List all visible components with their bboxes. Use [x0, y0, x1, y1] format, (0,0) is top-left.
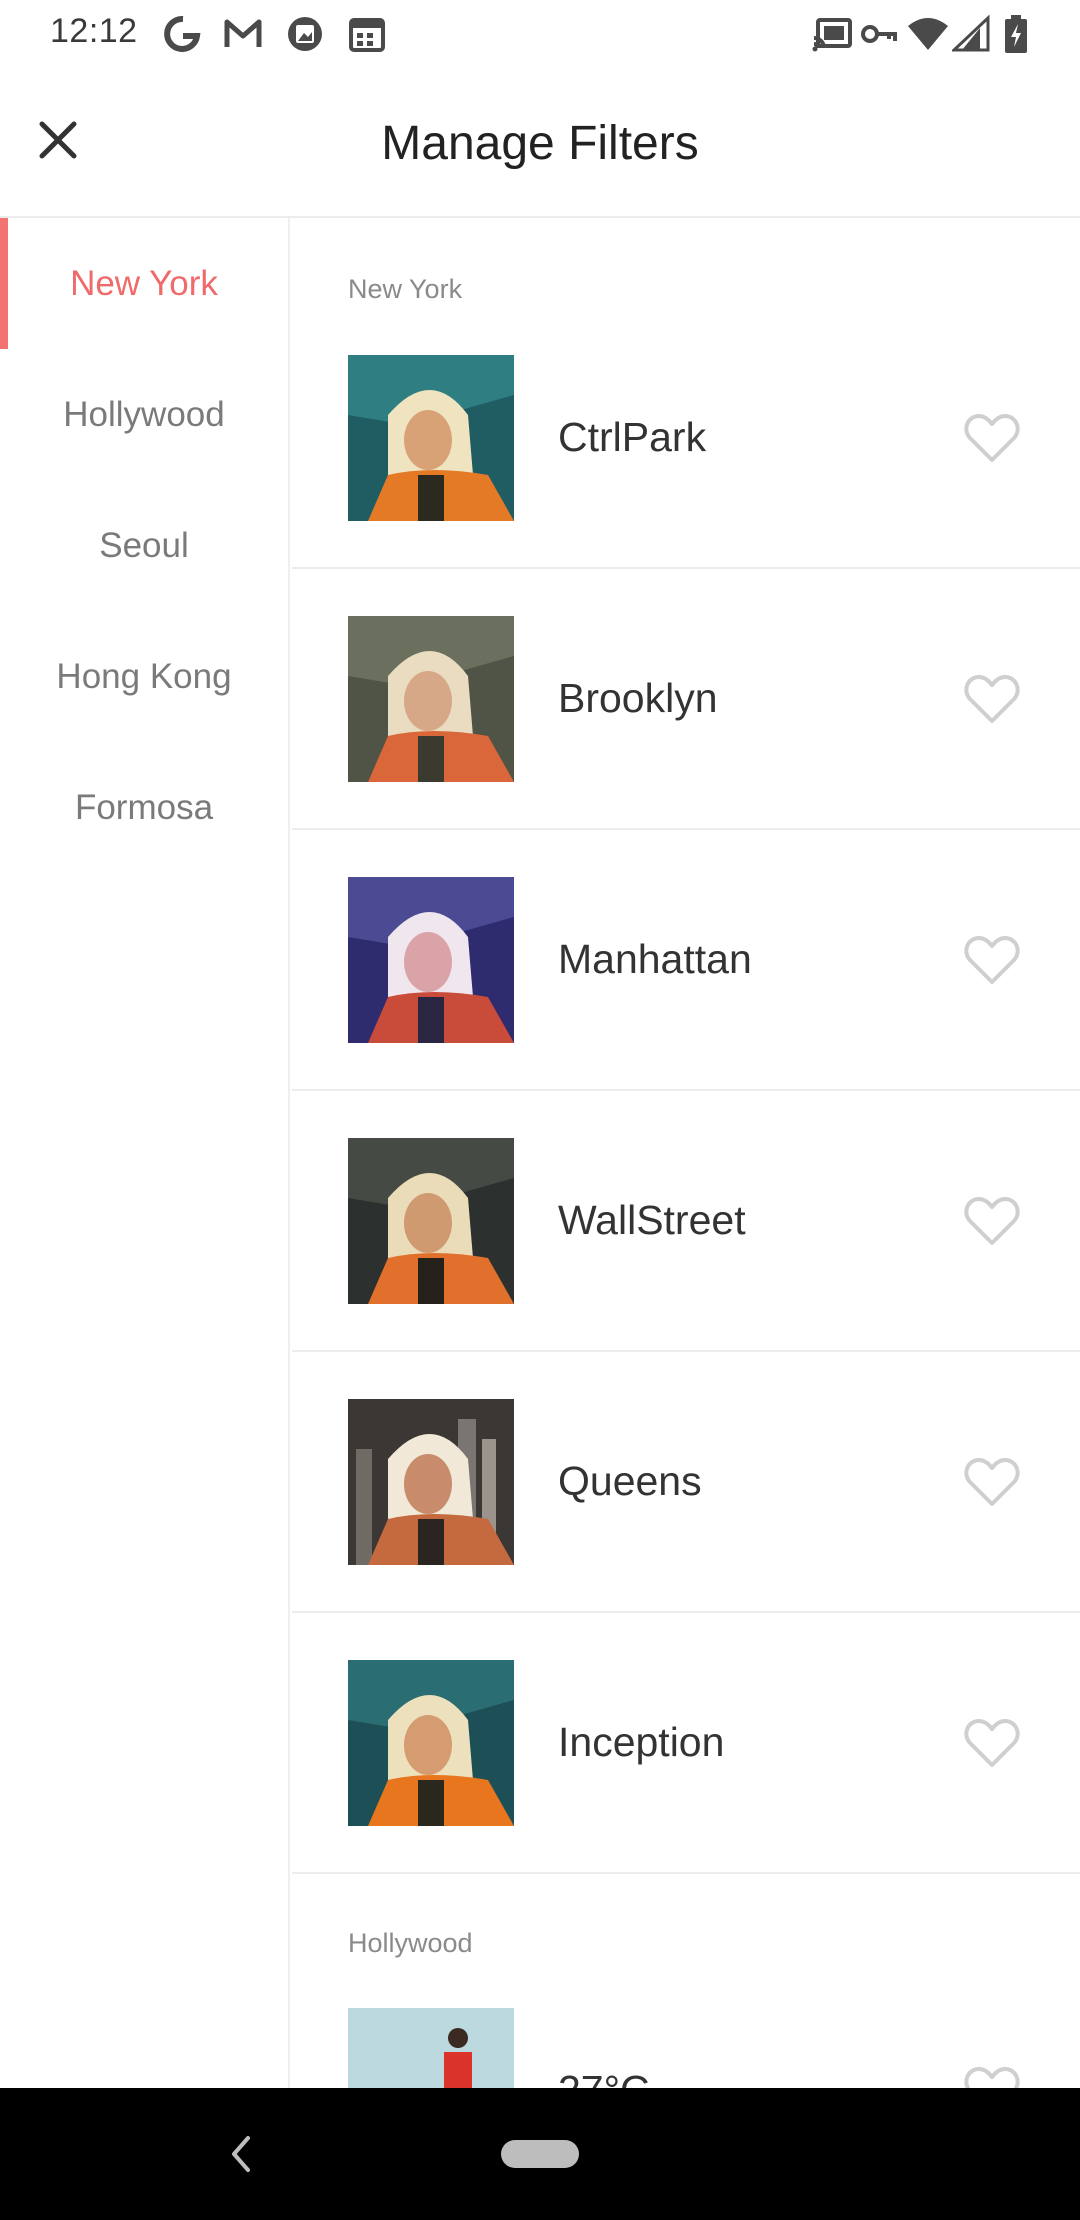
sidebar-item-label: New York: [70, 263, 218, 303]
heart-icon[interactable]: [964, 1195, 1020, 1247]
sidebar-item-new-york[interactable]: New York: [0, 218, 288, 349]
sidebar-item-label: Seoul: [99, 525, 189, 565]
filter-thumbnail: [348, 1399, 514, 1565]
filter-thumbnail: [348, 1660, 514, 1826]
filter-row[interactable]: Brooklyn: [292, 569, 1080, 830]
filter-name: CtrlPark: [558, 414, 707, 460]
filter-row[interactable]: Inception: [292, 1613, 1080, 1874]
filter-name: 27°C: [558, 2067, 650, 2088]
filter-name: WallStreet: [558, 1197, 746, 1243]
sidebar-item-hong-kong[interactable]: Hong Kong: [0, 611, 288, 742]
battery-charging-icon: [1005, 15, 1027, 53]
sidebar-item-label: Hollywood: [63, 394, 225, 434]
category-sidebar: New York Hollywood Seoul Hong Kong Formo…: [0, 218, 290, 2088]
sidebar-item-hollywood[interactable]: Hollywood: [0, 349, 288, 480]
google-icon: [164, 15, 201, 52]
heart-icon[interactable]: [964, 673, 1020, 725]
app-bar: Manage Filters: [0, 66, 1080, 218]
status-bar: 12:12: [0, 0, 1080, 66]
filter-name: Manhattan: [558, 936, 752, 982]
section-title-hollywood: Hollywood: [348, 1928, 473, 1958]
sidebar-item-seoul[interactable]: Seoul: [0, 480, 288, 611]
wifi-icon: [908, 18, 948, 50]
filter-name: Queens: [558, 1458, 702, 1504]
filter-row[interactable]: Manhattan: [292, 830, 1080, 1091]
filter-name: Brooklyn: [558, 675, 718, 721]
sidebar-item-label: Hong Kong: [56, 656, 232, 696]
filter-row[interactable]: Queens: [292, 1352, 1080, 1613]
filter-row[interactable]: WallStreet: [292, 1091, 1080, 1352]
system-nav-bar: [0, 2088, 1080, 2220]
heart-icon[interactable]: [964, 1456, 1020, 1508]
filter-thumbnail: [348, 1138, 514, 1304]
heart-icon[interactable]: [964, 1717, 1020, 1769]
filter-thumbnail: [348, 2008, 514, 2088]
vpn-key-icon: [861, 25, 897, 43]
back-chevron-icon[interactable]: [222, 2128, 258, 2180]
filter-thumbnail: [348, 616, 514, 782]
calendar-icon: [349, 18, 385, 52]
gmail-icon: [224, 19, 262, 47]
heart-icon[interactable]: [964, 934, 1020, 986]
filter-list[interactable]: New York CtrlPark Brooklyn Manhattan Wal…: [292, 218, 1080, 2088]
sidebar-item-label: Formosa: [74, 787, 214, 827]
heart-icon[interactable]: [964, 2065, 1020, 2088]
filter-row[interactable]: 27°C: [292, 1961, 1080, 2088]
signal-icon: [952, 14, 990, 52]
page-title: Manage Filters: [381, 117, 699, 170]
filter-name: Inception: [558, 1719, 725, 1765]
section-title-new-york: New York: [348, 274, 463, 304]
sidebar-item-formosa[interactable]: Formosa: [0, 742, 288, 873]
filter-row[interactable]: CtrlPark: [292, 308, 1080, 569]
heart-icon[interactable]: [964, 412, 1020, 464]
filter-thumbnail: [348, 355, 514, 521]
status-time: 12:12: [50, 12, 138, 50]
home-pill-icon[interactable]: [501, 2140, 579, 2168]
cast-icon: [812, 18, 852, 52]
filter-thumbnail: [348, 877, 514, 1043]
photo-icon: [288, 17, 322, 51]
